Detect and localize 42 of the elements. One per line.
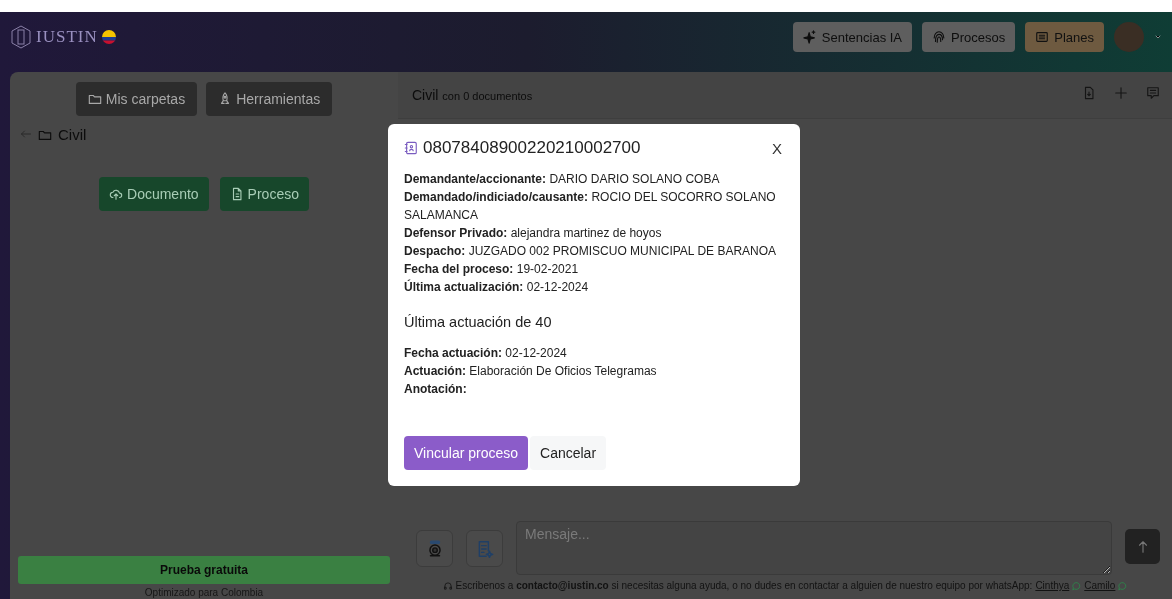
logo-text: IUSTIN: [36, 27, 98, 47]
sidebar-tab[interactable]: Herramientas: [206, 82, 333, 116]
avatar[interactable]: [1114, 22, 1144, 52]
detail-line: Última actualización: 02-12-2024: [404, 278, 590, 296]
flag-icon: [101, 30, 116, 44]
fingerprint-icon: [932, 30, 947, 44]
list-icon: [1035, 30, 1050, 44]
nav-button[interactable]: Planes: [1025, 22, 1104, 52]
close-button[interactable]: X: [770, 139, 784, 157]
cancel-button[interactable]: Cancelar: [530, 436, 607, 470]
plus-icon: [1114, 86, 1128, 100]
send-button[interactable]: [1125, 529, 1160, 564]
document-ai-button[interactable]: [466, 530, 503, 567]
add-button[interactable]: Documento: [99, 177, 209, 211]
folder-name: Civil: [58, 126, 87, 143]
section-title: Última actuación de 40: [404, 314, 553, 330]
cloud-upload-icon: [109, 187, 123, 201]
whatsapp-icon: [1071, 580, 1082, 591]
detail-line: Fecha del proceso: 19-02-2021: [404, 261, 580, 278]
sparkle-icon: [802, 30, 817, 44]
detail-line: Actuación: Elaboración De Oficios Telegramas: [404, 363, 658, 380]
dialog-title: 08078408900220210002700: [423, 138, 642, 158]
caret-icon: [1154, 33, 1162, 41]
sidebar-tab[interactable]: Mis carpetas: [75, 82, 198, 116]
add-button[interactable]: Proceso: [219, 177, 309, 211]
headset-icon: [442, 580, 453, 591]
detail-line: Fecha actuación: 02-12-2024: [404, 345, 568, 362]
logo-icon: [10, 25, 32, 49]
detail-line: Anotación:: [404, 381, 468, 398]
file-download-icon: [1082, 86, 1096, 100]
detail-line: Despacho: JUZGADO 002 PROMISCUO MUNICIPAL DE BARANOA: [404, 243, 778, 260]
contact-book-icon: [404, 141, 418, 155]
comment-icon: [1146, 86, 1160, 100]
nav-button[interactable]: Sentencias IA: [792, 22, 913, 52]
folder-icon: [87, 92, 102, 106]
detail-line: Defensor Privado: alejandra martinez de hoyos: [404, 225, 663, 242]
link-process-button[interactable]: Vincular proceso: [404, 436, 529, 470]
detail-line: Demandante/accionante: DARIO DARIO SOLANO COBA: [404, 171, 721, 188]
robot-button[interactable]: [416, 530, 453, 567]
whatsapp-icon: [1117, 580, 1128, 591]
nav-button[interactable]: Procesos: [922, 22, 1016, 52]
trial-banner[interactable]: Prueba gratuita: [18, 556, 390, 584]
